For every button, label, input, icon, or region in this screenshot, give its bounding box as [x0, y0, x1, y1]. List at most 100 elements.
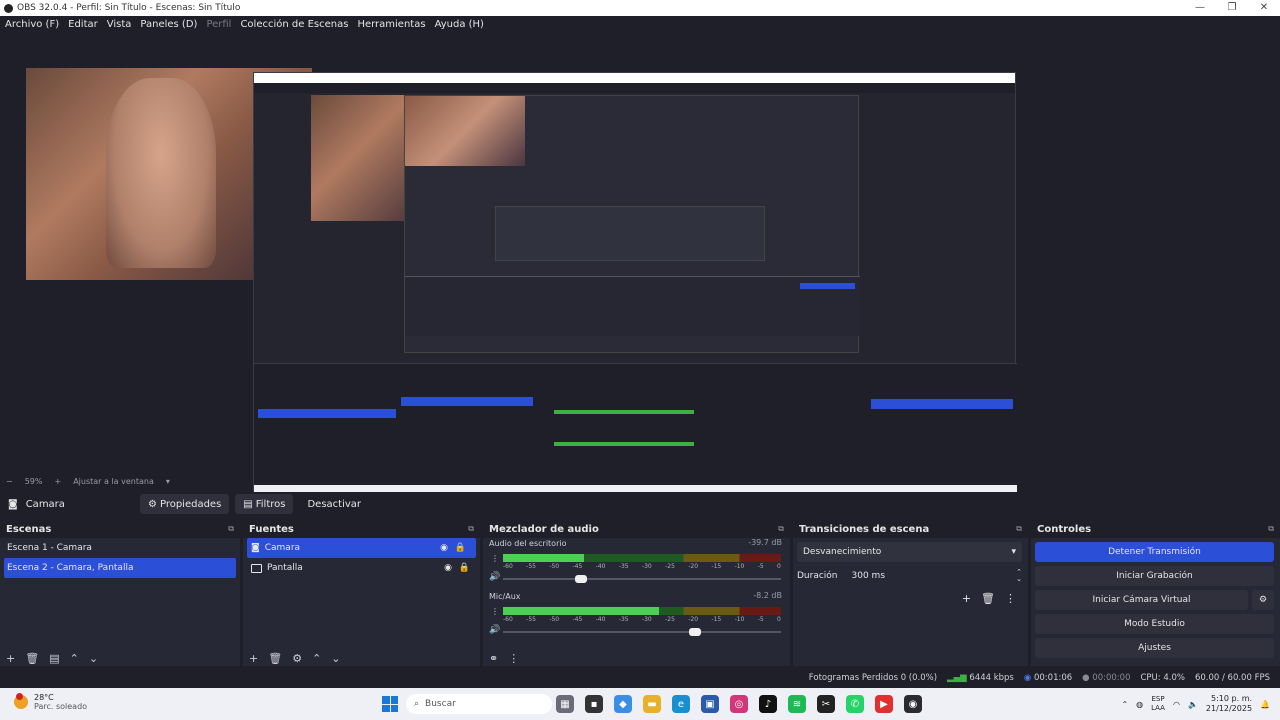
filters-button[interactable]: ▤ Filtros [235, 494, 294, 514]
controls-title: Controles [1037, 523, 1092, 535]
menu-ayuda[interactable]: Ayuda (H) [435, 19, 484, 30]
settings-label: Ajustes [1138, 643, 1171, 653]
stop-stream-button[interactable]: Detener Transmisión [1035, 542, 1274, 562]
copilot-icon[interactable]: ◆ [614, 695, 632, 713]
windows-start-icon[interactable] [382, 696, 398, 712]
virtual-camera-button[interactable]: Iniciar Cámara Virtual [1035, 590, 1248, 610]
link-icon[interactable]: ⚭ [489, 652, 498, 665]
apps-icon[interactable]: ▦ [556, 695, 574, 713]
weather-widget[interactable]: 28°C Parc. soleado [14, 693, 87, 711]
deactivate-button[interactable]: Desactivar [299, 494, 369, 514]
record-icon: ● [1082, 673, 1090, 683]
close-icon[interactable]: ✕ [1248, 0, 1280, 16]
app-red-icon[interactable]: ▶ [875, 695, 893, 713]
mixer-header: Mezclador de audio ⧉ [483, 520, 790, 538]
zoom-out-icon[interactable]: − [6, 477, 13, 486]
obs-icon[interactable]: ◉ [904, 695, 922, 713]
studio-mode-button[interactable]: Modo Estudio [1035, 614, 1274, 634]
arrow-down-icon[interactable]: ⌄ [331, 652, 340, 665]
meter-tick-label: -5 [757, 563, 764, 570]
undock-icon[interactable]: ⧉ [778, 524, 784, 534]
meter-tick-label: -40 [595, 563, 606, 570]
preview-canvas[interactable] [0, 32, 1280, 503]
properties-button[interactable]: ⚙ Propiedades [140, 494, 230, 514]
menu-perfil[interactable]: Perfil [206, 19, 231, 30]
wifi-icon[interactable]: ◠ [1173, 700, 1180, 709]
taskbar-search[interactable]: ⌕ Buscar [406, 694, 552, 714]
undock-icon[interactable]: ⧉ [1016, 524, 1022, 534]
instagram-icon[interactable]: ◎ [730, 695, 748, 713]
mixer-channel-mic: Mic/Aux -8.2 dB ⋮ -60 -55 -50 -45 -40 -35 -30-… [483, 591, 790, 641]
volume-icon[interactable]: 🔈 [1188, 700, 1198, 709]
menu-paneles[interactable]: Paneles (D) [140, 19, 197, 30]
undock-icon[interactable]: ⧉ [468, 524, 474, 534]
menu-editar[interactable]: Editar [68, 19, 98, 30]
network-icon[interactable]: ◍ [1136, 700, 1143, 709]
duration-spinbox[interactable]: 300 ms ⌃ ⌄ [845, 566, 1022, 586]
transition-select[interactable]: Desvanecimiento ▾ [797, 542, 1022, 562]
chevron-down-icon[interactable]: ▾ [166, 477, 170, 486]
eye-icon[interactable]: ◉ [440, 543, 448, 553]
volume-slider[interactable] [503, 575, 781, 583]
clock[interactable]: 5:10 p. m. 21/12/2025 [1206, 694, 1252, 714]
scene-item-1[interactable]: Escena 1 - Camara [0, 538, 240, 558]
sources-footer: + 🗑 ⚙ ⌃ ⌄ [243, 650, 480, 666]
tiktok-icon[interactable]: ♪ [759, 695, 777, 713]
lock-icon[interactable]: 🔒 [455, 543, 466, 553]
add-icon[interactable]: + [962, 592, 971, 605]
maximize-icon[interactable]: ❐ [1216, 0, 1248, 16]
spotify-icon[interactable]: ≋ [788, 695, 806, 713]
trash-icon[interactable]: 🗑 [25, 652, 39, 665]
edge-icon[interactable]: e [672, 695, 690, 713]
current-source-label: Camara [25, 498, 65, 510]
start-recording-button[interactable]: Iniciar Grabación [1035, 566, 1274, 586]
kebab-menu-icon[interactable]: ⋮ [1005, 592, 1016, 605]
scene-item-2[interactable]: Escena 2 - Camara, Pantalla [4, 558, 236, 578]
folder-icon[interactable]: ▬ [643, 695, 661, 713]
monitor-icon [251, 563, 262, 573]
trash-icon[interactable]: 🗑 [268, 652, 282, 665]
undock-icon[interactable]: ⧉ [228, 524, 234, 534]
speaker-icon[interactable]: 🔊 [489, 572, 500, 582]
store-icon[interactable]: ▣ [701, 695, 719, 713]
add-icon[interactable]: + [249, 652, 258, 665]
source-item-camara[interactable]: ◙ Camara ◉ 🔒 [247, 538, 476, 558]
arrow-down-icon[interactable]: ⌄ [89, 652, 98, 665]
chevron-up-icon[interactable]: ⌃ [1121, 700, 1128, 709]
spinner-icon[interactable]: ⌃ ⌄ [1016, 569, 1022, 583]
arrow-up-icon[interactable]: ⌃ [70, 652, 79, 665]
zoom-in-icon[interactable]: + [54, 477, 61, 486]
whatsapp-icon[interactable]: ✆ [846, 695, 864, 713]
lang-bottom: LAA [1151, 704, 1165, 712]
screen-capture[interactable] [253, 72, 1017, 503]
terminal-icon[interactable]: ▪ [585, 695, 603, 713]
minimize-icon[interactable]: — [1184, 0, 1216, 16]
menu-archivo[interactable]: Archivo (F) [5, 19, 59, 30]
lock-icon[interactable]: 🔒 [459, 563, 470, 573]
speaker-icon[interactable]: 🔊 [489, 625, 500, 635]
filter-icon[interactable]: ▤ [49, 652, 59, 665]
zoom-fit[interactable]: Ajustar a la ventana [73, 477, 154, 486]
menu-vista[interactable]: Vista [107, 19, 132, 30]
meter-tick-label: -50 [549, 616, 560, 623]
trash-icon[interactable]: 🗑 [981, 592, 995, 605]
kebab-menu-icon[interactable]: ⋮ [508, 652, 519, 665]
virtual-camera-settings-button[interactable]: ⚙ [1252, 590, 1274, 610]
notification-icon[interactable]: 🔔 [1260, 700, 1270, 709]
window-title: OBS 32.0.4 - Perfil: Sin Título - Escena… [17, 3, 241, 13]
add-icon[interactable]: + [6, 652, 15, 665]
source-item-pantalla[interactable]: Pantalla ◉ 🔒 [243, 558, 480, 578]
capcut-icon[interactable]: ✂ [817, 695, 835, 713]
kebab-menu-icon[interactable]: ⋮ [491, 607, 499, 616]
eye-icon[interactable]: ◉ [444, 563, 452, 573]
settings-button[interactable]: Ajustes [1035, 638, 1274, 658]
sources-header: Fuentes ⧉ [243, 520, 480, 538]
undock-icon[interactable]: ⧉ [1268, 524, 1274, 534]
menu-coleccion[interactable]: Colección de Escenas [240, 19, 348, 30]
volume-slider[interactable] [503, 628, 781, 636]
kebab-menu-icon[interactable]: ⋮ [491, 554, 499, 563]
arrow-up-icon[interactable]: ⌃ [312, 652, 321, 665]
menu-herramientas[interactable]: Herramientas [357, 19, 425, 30]
language-indicator[interactable]: ESP LAA [1151, 695, 1165, 713]
gear-icon[interactable]: ⚙ [292, 652, 302, 665]
